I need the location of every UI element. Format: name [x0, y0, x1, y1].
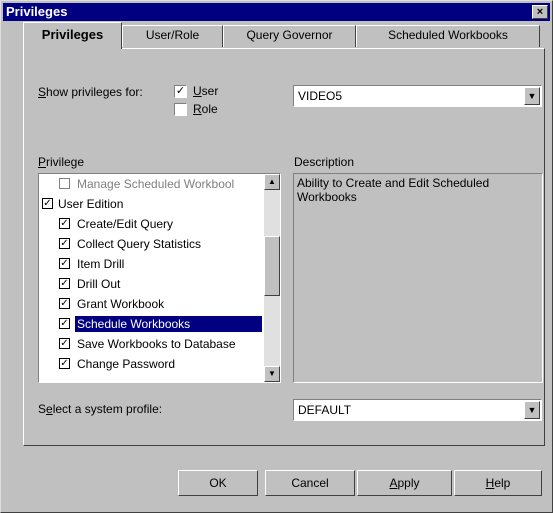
scroll-up-icon: ▲	[268, 177, 276, 186]
list-item-label: User Edition	[58, 197, 124, 211]
list-item-checkbox[interactable]: ✓	[59, 338, 70, 349]
list-item-label: Change Password	[77, 357, 176, 371]
close-icon: ×	[536, 6, 544, 18]
list-item-checkbox[interactable]: ✓	[59, 278, 70, 289]
list-item-grant-workbook[interactable]: ✓ Grant Workbook	[39, 294, 264, 314]
tab-scheduled-workbooks[interactable]: Scheduled Workbooks	[356, 25, 540, 47]
privileges-dialog: Privileges × Privileges User/Role Query …	[0, 0, 553, 513]
system-profile-select[interactable]: DEFAULT ▼	[293, 399, 542, 421]
help-button[interactable]: Help	[454, 470, 542, 496]
list-item-label: Drill Out	[77, 277, 121, 291]
description-box: Ability to Create and Edit Scheduled Wor…	[293, 173, 543, 383]
list-item-label: Manage Scheduled Workbool	[77, 177, 235, 191]
privilege-listbox[interactable]: Manage Scheduled Workbool ✓ User Edition…	[38, 173, 281, 383]
list-item-change-password[interactable]: ✓ Change Password	[39, 354, 264, 374]
user-select-value: VIDEO5	[298, 89, 343, 103]
list-item-label: Save Workbooks to Database	[77, 337, 236, 351]
tab-user-role-label: User/Role	[145, 28, 200, 42]
scroll-up-button[interactable]: ▲	[264, 174, 280, 190]
scroll-down-icon: ▼	[268, 369, 276, 378]
chevron-down-icon: ▼	[527, 91, 537, 101]
list-item-user-edition[interactable]: ✓ User Edition	[39, 194, 264, 214]
cancel-button[interactable]: Cancel	[265, 470, 355, 496]
privilege-label: Privilege	[38, 155, 85, 169]
list-item-checkbox[interactable]: ✓	[59, 238, 70, 249]
scroll-thumb[interactable]	[264, 236, 280, 296]
system-profile-label: Select a system profile:	[38, 402, 163, 416]
window-title: Privileges	[6, 4, 68, 19]
show-privileges-label: Show privileges for:	[38, 85, 143, 99]
list-item-save-workbooks-to-database[interactable]: ✓ Save Workbooks to Database	[39, 334, 264, 354]
list-item-label: Item Drill	[77, 257, 125, 271]
chevron-down-icon: ▼	[527, 405, 537, 415]
list-item-label: Collect Query Statistics	[77, 237, 202, 251]
tab-privileges-label: Privileges	[41, 27, 104, 42]
list-item-manage-scheduled-workbooks[interactable]: Manage Scheduled Workbool	[39, 174, 264, 194]
scroll-down-button[interactable]: ▼	[264, 366, 280, 382]
list-item-checkbox[interactable]: ✓	[42, 198, 53, 209]
user-select-dropdown-button[interactable]: ▼	[524, 87, 540, 105]
title-bar: Privileges ×	[3, 3, 550, 21]
role-checkbox-label[interactable]: Role	[193, 102, 218, 116]
ok-button[interactable]: OK	[178, 470, 258, 496]
cancel-button-label: Cancel	[291, 476, 329, 490]
list-item-schedule-workbooks[interactable]: ✓ Schedule Workbooks	[39, 314, 264, 334]
list-item-checkbox[interactable]: ✓	[59, 298, 70, 309]
tab-scheduled-workbooks-label: Scheduled Workbooks	[388, 28, 508, 42]
apply-button-label: Apply	[389, 476, 420, 490]
description-label: Description	[294, 155, 355, 169]
ok-button-label: OK	[209, 476, 227, 490]
list-item-checkbox[interactable]: ✓	[59, 318, 70, 329]
user-select[interactable]: VIDEO5 ▼	[293, 85, 542, 107]
list-item-checkbox[interactable]	[59, 178, 70, 189]
tab-query-governor[interactable]: Query Governor	[223, 25, 356, 47]
list-item-create-edit-query[interactable]: ✓ Create/Edit Query	[39, 214, 264, 234]
tab-user-role[interactable]: User/Role	[122, 25, 223, 47]
list-item-checkbox[interactable]: ✓	[59, 358, 70, 369]
system-profile-value: DEFAULT	[298, 403, 352, 417]
system-profile-dropdown-button[interactable]: ▼	[524, 401, 540, 419]
help-button-label: Help	[485, 476, 511, 490]
description-text: Ability to Create and Edit Scheduled Wor…	[297, 176, 490, 204]
user-check-mark: ✓	[175, 85, 186, 97]
list-item-label: Create/Edit Query	[77, 217, 174, 231]
tab-query-governor-label: Query Governor	[246, 28, 333, 42]
apply-button[interactable]: Apply	[357, 470, 452, 496]
list-item-checkbox[interactable]: ✓	[59, 258, 70, 269]
privilege-list-scrollbar[interactable]: ▲ ▼	[264, 174, 280, 382]
close-button[interactable]: ×	[532, 5, 548, 19]
list-item-checkbox[interactable]: ✓	[59, 218, 70, 229]
user-checkbox-label[interactable]: User	[193, 84, 218, 98]
list-item-drill-out[interactable]: ✓ Drill Out	[39, 274, 264, 294]
list-item-label: Grant Workbook	[77, 297, 165, 311]
role-checkbox[interactable]	[174, 103, 187, 116]
list-item-collect-query-statistics[interactable]: ✓ Collect Query Statistics	[39, 234, 264, 254]
tab-privileges[interactable]: Privileges	[23, 22, 122, 49]
list-item-label: Schedule Workbooks	[75, 316, 262, 332]
user-checkbox[interactable]: ✓	[174, 85, 187, 98]
list-item-item-drill[interactable]: ✓ Item Drill	[39, 254, 264, 274]
